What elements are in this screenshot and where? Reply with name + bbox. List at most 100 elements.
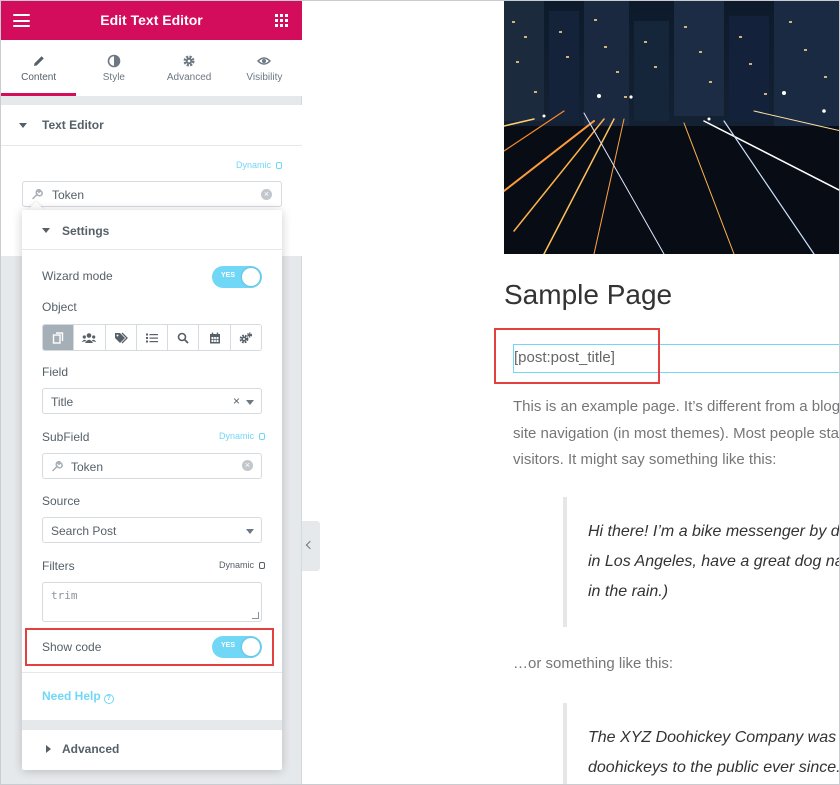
field-label: Field — [42, 365, 69, 379]
object-calendar-button[interactable] — [199, 325, 231, 350]
show-code-label: Show code — [42, 640, 102, 654]
chevron-left-icon — [305, 540, 315, 550]
widgets-grid-icon[interactable] — [275, 14, 288, 27]
editor-window: Edit Text Editor Content Style Advanced … — [0, 0, 840, 785]
tab-content-label: Content — [21, 72, 57, 83]
quote-line: doohickeys to the public ever since. — [588, 759, 840, 776]
collapse-panel-button[interactable] — [302, 521, 320, 571]
object-list-button[interactable] — [136, 325, 169, 350]
dynamic-label: Dynamic — [235, 160, 271, 170]
source-label: Source — [42, 494, 81, 508]
field-value: Title — [51, 395, 74, 409]
posts-icon — [52, 331, 64, 344]
caret-down-icon — [19, 123, 27, 128]
show-code-toggle[interactable]: YES — [212, 636, 262, 658]
paragraph-line: site navigation (in most themes). Most p… — [513, 424, 839, 442]
need-help-link[interactable]: Need Help? — [42, 689, 114, 704]
quote-line: Hi there! I’m a bike messenger by da — [588, 523, 840, 540]
database-icon — [259, 562, 265, 569]
panel-header: Edit Text Editor — [1, 1, 302, 40]
toggle-knob — [242, 638, 260, 656]
token-field[interactable]: Token × — [22, 181, 282, 207]
advanced-label: Advanced — [62, 742, 120, 756]
clear-token-icon[interactable]: × — [261, 189, 272, 200]
city-night-image — [504, 1, 839, 254]
tab-advanced[interactable]: Advanced — [152, 40, 227, 96]
database-icon — [259, 433, 265, 440]
panel-title: Edit Text Editor — [100, 12, 203, 28]
wrench-icon — [52, 461, 63, 472]
tab-content[interactable]: Content — [1, 40, 77, 96]
object-users-button[interactable] — [74, 325, 106, 350]
object-button-group — [42, 324, 262, 351]
clear-subfield-icon[interactable]: × — [242, 460, 253, 471]
filters-label: Filters — [42, 559, 75, 573]
between-text: …or something like this: — [513, 655, 674, 672]
wrench-icon — [32, 189, 43, 200]
dynamic-toggle[interactable]: Dynamic — [236, 160, 282, 170]
need-help-label: Need Help — [42, 689, 101, 703]
object-search-button[interactable] — [168, 325, 200, 350]
tab-style-label: Style — [102, 72, 125, 83]
page-title: Sample Page — [504, 279, 673, 310]
section-text-editor[interactable]: Text Editor — [1, 105, 302, 146]
settings-header[interactable]: Settings — [22, 210, 282, 250]
quote-line: The XYZ Doohickey Company was f — [588, 729, 840, 746]
tags-icon — [114, 332, 128, 343]
subfield-label: SubField — [42, 430, 90, 444]
subfield-dynamic-label: Dynamic — [218, 431, 254, 441]
intro-paragraph: This is an example page. It’s different … — [513, 394, 840, 474]
help-icon: ? — [103, 694, 114, 704]
list-icon — [145, 333, 158, 342]
panel-tabs: Content Style Advanced Visibility — [1, 40, 302, 96]
tab-visibility-label: Visibility — [246, 72, 283, 83]
editor-panel: Edit Text Editor Content Style Advanced … — [1, 1, 302, 784]
post-title-highlight — [494, 328, 660, 384]
cogs-icon — [239, 331, 252, 343]
settings-popover: Settings Wizard mode YES Object Field Ti… — [22, 210, 282, 770]
toggle-knob — [242, 268, 260, 286]
dropdown-arrow-icon — [246, 400, 254, 405]
field-select[interactable]: Title × — [42, 388, 262, 414]
divider — [22, 672, 282, 673]
filters-dynamic-toggle[interactable]: Dynamic — [219, 560, 265, 570]
resize-handle-icon[interactable] — [252, 612, 259, 619]
source-select[interactable]: Search Post — [42, 517, 262, 543]
pencil-icon — [33, 56, 44, 66]
clear-field-icon[interactable]: × — [233, 394, 240, 408]
section-title: Text Editor — [42, 118, 104, 132]
blockquote-1: Hi there! I’m a bike messenger by da in … — [563, 497, 840, 627]
object-posts-button[interactable] — [43, 325, 75, 350]
paragraph-line: This is an example page. It’s different … — [513, 398, 840, 415]
object-cogs-button[interactable] — [230, 325, 261, 350]
quote-line: in Los Angeles, have a great dog na — [588, 553, 840, 570]
gear-icon — [183, 55, 195, 67]
tab-style[interactable]: Style — [76, 40, 151, 96]
advanced-section-header[interactable]: Advanced — [22, 730, 282, 770]
object-tags-button[interactable] — [105, 325, 137, 350]
caret-down-icon — [42, 228, 50, 233]
subfield-value: Token — [71, 460, 104, 474]
filters-textarea[interactable]: trim — [42, 582, 262, 622]
caret-right-icon — [46, 745, 51, 753]
eye-icon — [257, 57, 272, 65]
quote-line: in the rain.) — [588, 583, 669, 600]
subfield-field[interactable]: Token × — [42, 453, 262, 479]
calendar-icon — [209, 332, 220, 343]
toggle-yes-text: YES — [221, 642, 236, 649]
filters-dynamic-label: Dynamic — [218, 560, 254, 570]
settings-title: Settings — [62, 224, 110, 238]
tab-visibility[interactable]: Visibility — [227, 40, 302, 96]
source-value: Search Post — [51, 524, 117, 538]
subfield-dynamic-toggle[interactable]: Dynamic — [219, 431, 265, 441]
object-label: Object — [42, 300, 77, 314]
dropdown-arrow-icon — [246, 529, 254, 534]
filters-placeholder: trim — [51, 589, 78, 602]
half-circle-icon — [107, 54, 121, 68]
toggle-yes-text: YES — [221, 272, 236, 279]
users-icon — [82, 332, 97, 343]
wizard-mode-toggle[interactable]: YES — [212, 266, 262, 288]
section-separator — [22, 720, 282, 730]
tab-advanced-label: Advanced — [166, 72, 212, 83]
search-icon — [177, 332, 189, 344]
